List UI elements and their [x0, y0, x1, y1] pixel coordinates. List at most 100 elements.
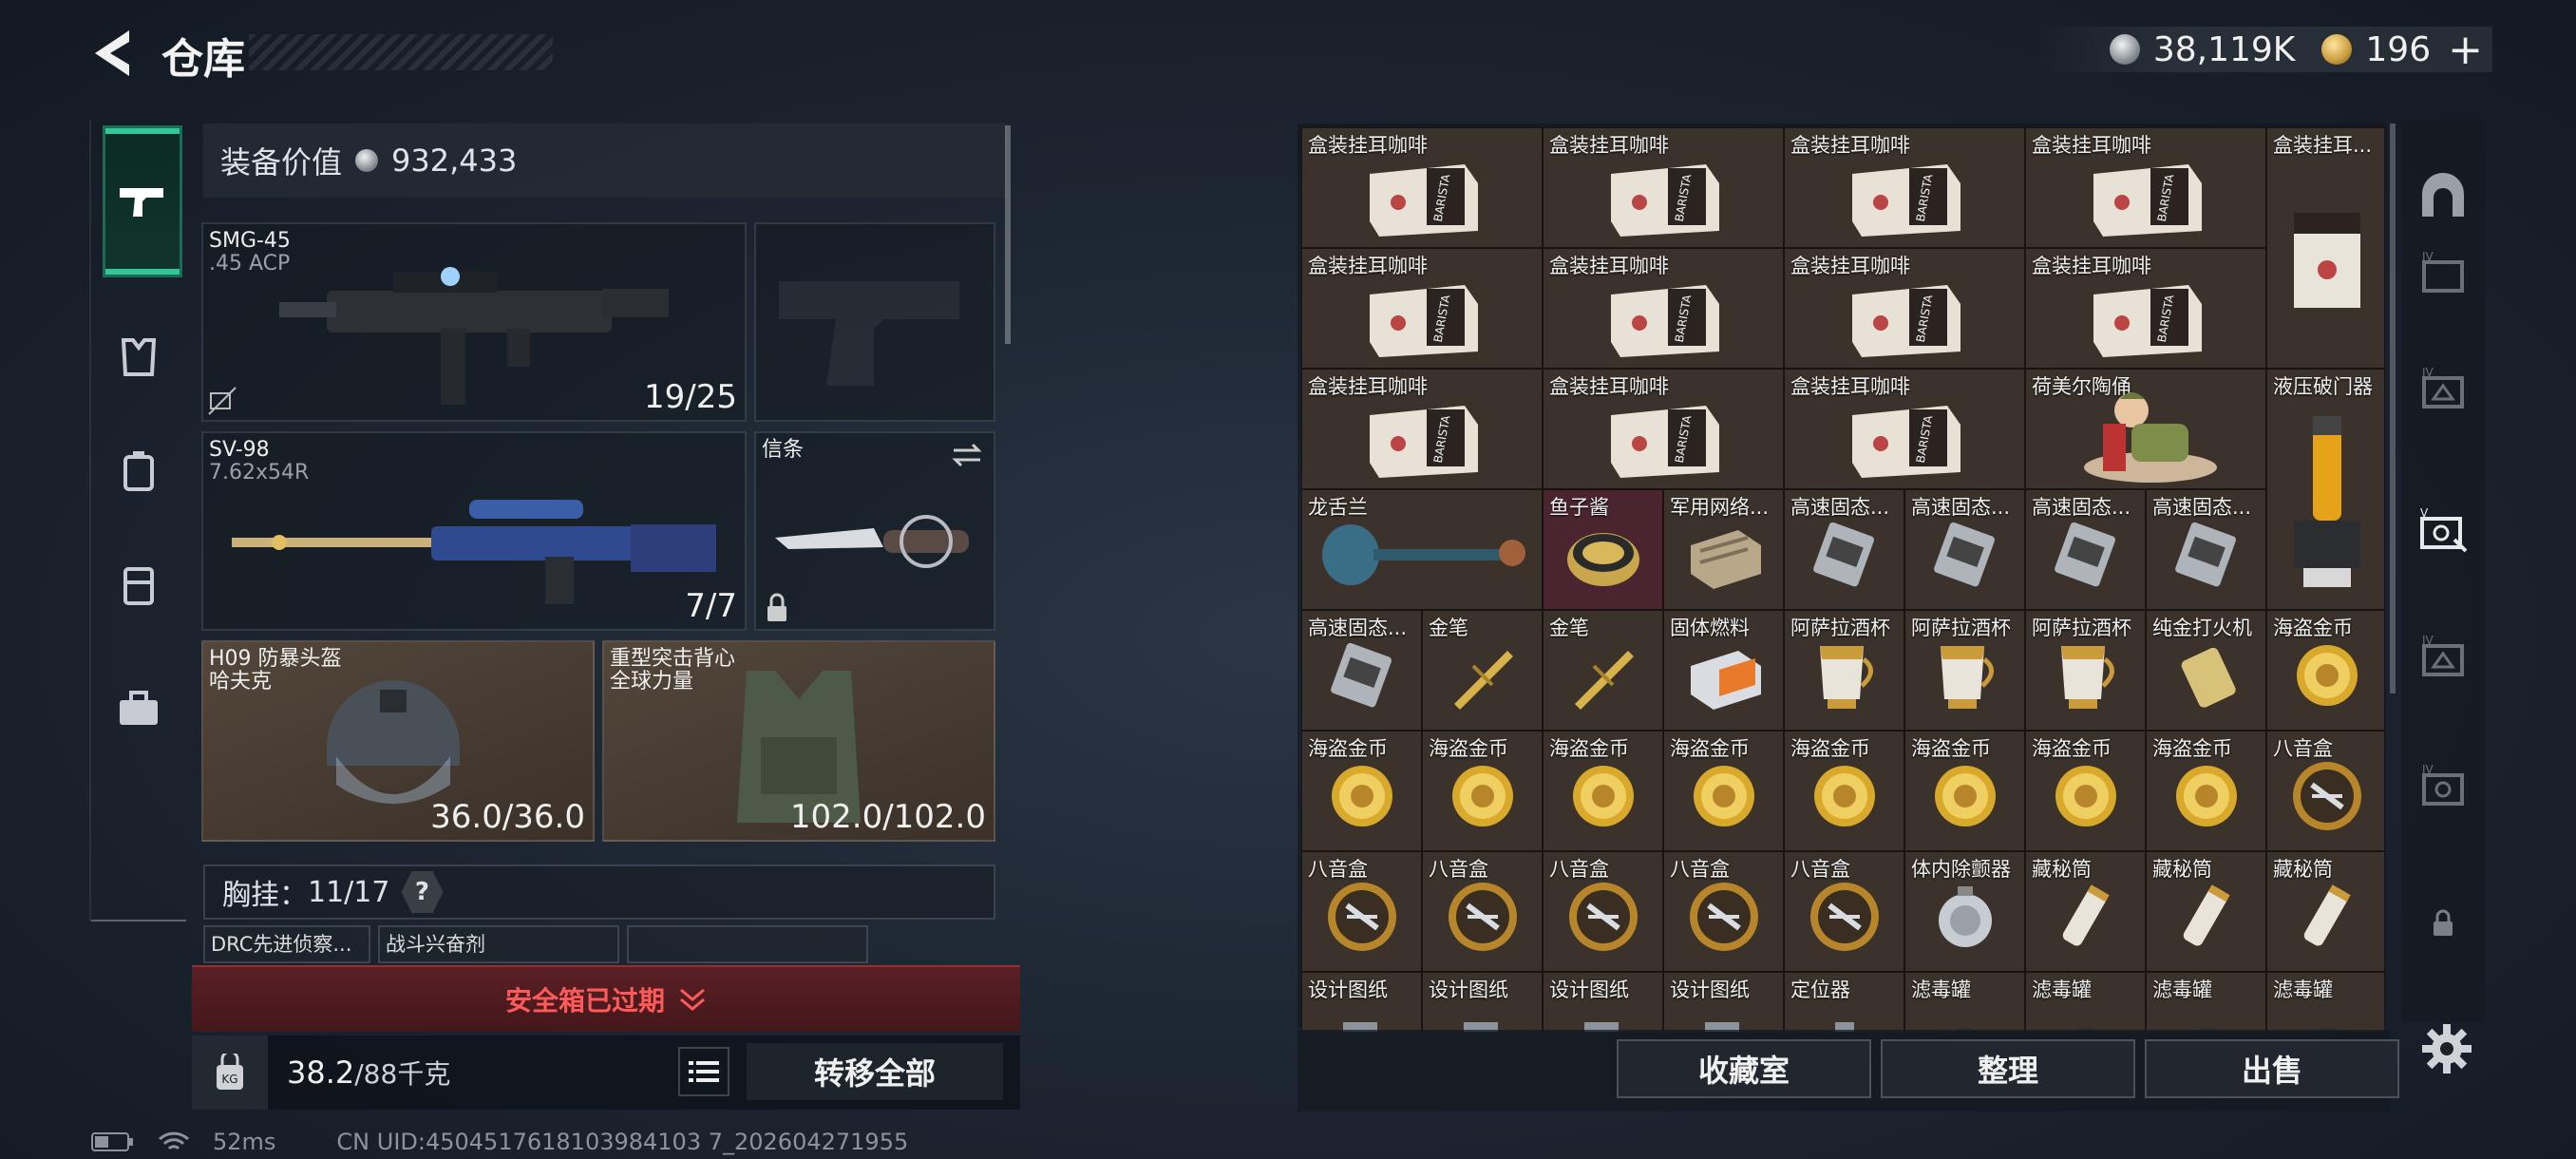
storage-item-canister[interactable]: 滤毒罐 [2266, 972, 2384, 1032]
equipment-scrollbar[interactable] [1005, 125, 1011, 344]
storage-item-blueprint[interactable]: 设计图纸 [1663, 972, 1784, 1032]
storage-scrollbar[interactable] [2390, 124, 2396, 694]
storage-item-musicbox[interactable]: 八音盒 [1663, 851, 1784, 972]
storage-item-coin[interactable]: 海盗金币 [1904, 731, 2025, 851]
storage-item-coffee[interactable]: 盒装挂耳咖啡 BARISTA [1784, 369, 2025, 489]
storage-item-musicbox[interactable]: 八音盒 [1422, 851, 1543, 972]
storage-item-coffee[interactable]: 盒装挂耳咖啡 BARISTA [1784, 127, 2025, 248]
storage-item-blueprint[interactable]: 设计图纸 [1301, 972, 1422, 1032]
safe-box-expired-banner[interactable]: 安全箱已过期 [192, 965, 1020, 1032]
safe-box-warning-text: 安全箱已过期 [504, 985, 665, 1016]
storage-item-ssd[interactable]: 高速固态... [2025, 489, 2146, 610]
storage-item-ssd[interactable]: 高速固态... [2146, 489, 2266, 610]
storage-item-caviar[interactable]: 鱼子酱 [1543, 489, 1663, 610]
storage-item-coin[interactable]: 海盗金币 [1784, 731, 1904, 851]
battery-icon [91, 1132, 133, 1151]
storage-item-lighter[interactable]: 纯金打火机 [2146, 610, 2266, 731]
storage-item-tube[interactable]: 藏秘筒 [2025, 851, 2146, 972]
storage-item-breacher[interactable]: 液压破门器 [2266, 369, 2384, 610]
storage-item-coffee[interactable]: 盒装挂耳咖啡 BARISTA [1301, 127, 1543, 248]
storage-tab-icon: V [2420, 506, 2468, 553]
chest-item-slot[interactable]: DRC先进侦察... [203, 925, 370, 963]
storage-item-fuel[interactable]: 固体燃料 [1663, 610, 1784, 731]
add-currency-button[interactable]: + [2448, 26, 2483, 74]
storage-item-coin[interactable]: 海盗金币 [1663, 731, 1784, 851]
sort-button[interactable]: 整理 [1881, 1039, 2135, 1098]
storage-item-coffee[interactable]: 盒装挂耳咖啡 BARISTA [1301, 248, 1543, 369]
primary-weapon-slot[interactable]: SMG-45.45 ACP 19/25 [201, 222, 747, 422]
list-view-button[interactable] [678, 1047, 729, 1096]
storage-item-cup[interactable]: 阿萨拉酒杯 [2025, 610, 2146, 731]
storage-item-figure[interactable]: 荷美尔陶俑 [2025, 369, 2266, 489]
nav-tab-armor[interactable] [101, 319, 177, 395]
storage-item-musicbox[interactable]: 八音盒 [2266, 731, 2384, 851]
nav-tab-backpack[interactable] [101, 433, 177, 509]
chest-item-slot[interactable]: 战斗兴奋剂 [378, 925, 619, 963]
storage-item-coffee[interactable]: 盒装挂耳咖啡 BARISTA [2025, 127, 2266, 248]
storage-item-coffee[interactable]: 盒装挂耳咖啡 BARISTA [1543, 127, 1784, 248]
armor-slot[interactable]: 重型突击背心 全球力量 102.0/102.0 [602, 640, 995, 842]
sidearm-slot[interactable] [754, 222, 995, 422]
storage-item-coin[interactable]: 海盗金币 [1543, 731, 1663, 851]
coin-icon [2169, 758, 2245, 838]
storage-item-coin[interactable]: 海盗金币 [2025, 731, 2146, 851]
storage-item-musicbox[interactable]: 八音盒 [1543, 851, 1663, 972]
storage-item-netbox[interactable]: 军用网络... [1663, 489, 1784, 610]
storage-item-musicbox[interactable]: 八音盒 [1784, 851, 1904, 972]
storage-item-coffeebox[interactable]: 盒装挂耳... [2266, 127, 2384, 369]
swap-icon[interactable] [950, 441, 984, 469]
chest-rig-label: 胸挂： [222, 879, 308, 912]
coffeebox-icon [2284, 203, 2370, 321]
storage-item-coffee[interactable]: 盒装挂耳咖啡 BARISTA [1301, 369, 1543, 489]
storage-item-blueprint[interactable]: 设计图纸 [1422, 972, 1543, 1032]
breacher-icon [2284, 407, 2370, 600]
warehouse-tab-4[interactable]: IV [2415, 247, 2472, 304]
storage-item-ssd[interactable]: 高速固态... [1904, 489, 2025, 610]
storage-item-coin[interactable]: 海盗金币 [2266, 610, 2384, 731]
secondary-weapon-slot[interactable]: SV-98 7.62x54R 7/7 [201, 431, 747, 631]
storage-item-pen[interactable]: 金笔 [1543, 610, 1663, 731]
storage-item-cup[interactable]: 阿萨拉酒杯 [1904, 610, 2025, 731]
nav-tab-weapons[interactable] [103, 125, 182, 277]
nav-tab-chest-rig[interactable] [101, 547, 177, 623]
storage-item-tube[interactable]: 藏秘筒 [2266, 851, 2384, 972]
storage-item-musicbox[interactable]: 八音盒 [1301, 851, 1422, 972]
chest-item-slot-empty[interactable] [627, 925, 868, 963]
storage-item-tequila[interactable]: 龙舌兰 [1301, 489, 1543, 610]
storage-item-ssd[interactable]: 高速固态... [1301, 610, 1422, 731]
storage-item-coin[interactable]: 海盗金币 [1422, 731, 1543, 851]
storage-item-canister[interactable]: 滤毒罐 [1904, 972, 2025, 1032]
help-icon[interactable]: ? [401, 871, 444, 913]
collection-room-button[interactable]: 收藏室 [1617, 1039, 1871, 1098]
helmet-slot[interactable]: H09 防暴头盔 哈夫克 36.0/36.0 [201, 640, 595, 842]
warehouse-tab-4d[interactable]: IV [2415, 760, 2472, 817]
back-arrow-icon[interactable] [87, 25, 137, 82]
storage-item-canister[interactable]: 滤毒罐 [2025, 972, 2146, 1032]
warehouse-tab-home[interactable] [2415, 167, 2472, 224]
storage-item-coffee[interactable]: 盒装挂耳咖啡 BARISTA [1543, 369, 1784, 489]
storage-item-wrench[interactable]: 定位器 [1784, 972, 1904, 1032]
weight-icon-box: KG [192, 1036, 268, 1110]
defib-icon [1927, 879, 2003, 959]
transfer-all-button[interactable]: 转移全部 [747, 1043, 1003, 1100]
storage-item-tube[interactable]: 藏秘筒 [2146, 851, 2266, 972]
warehouse-tab-5-active[interactable]: V [2415, 504, 2472, 560]
warehouse-tab-locked[interactable] [2415, 895, 2472, 952]
nav-tab-case[interactable] [101, 671, 177, 747]
sell-button[interactable]: 出售 [2145, 1039, 2399, 1098]
storage-item-coffee[interactable]: 盒装挂耳咖啡 BARISTA [1543, 248, 1784, 369]
storage-item-pen[interactable]: 金笔 [1422, 610, 1543, 731]
warehouse-tab-4c[interactable]: IV [2415, 631, 2472, 688]
storage-item-canister[interactable]: 滤毒罐 [2146, 972, 2266, 1032]
storage-item-coffee[interactable]: 盒装挂耳咖啡 BARISTA [2025, 248, 2266, 369]
melee-slot[interactable]: 信条 [754, 431, 995, 631]
storage-item-defib[interactable]: 体内除颤器 [1904, 851, 2025, 972]
storage-item-ssd[interactable]: 高速固态... [1784, 489, 1904, 610]
storage-item-blueprint[interactable]: 设计图纸 [1543, 972, 1663, 1032]
storage-item-coin[interactable]: 海盗金币 [2146, 731, 2266, 851]
warehouse-tab-4b[interactable]: IV [2415, 363, 2472, 420]
gear-icon[interactable] [2420, 1022, 2473, 1075]
storage-item-coffee[interactable]: 盒装挂耳咖啡 BARISTA [1784, 248, 2025, 369]
storage-item-cup[interactable]: 阿萨拉酒杯 [1784, 610, 1904, 731]
storage-item-coin[interactable]: 海盗金币 [1301, 731, 1422, 851]
